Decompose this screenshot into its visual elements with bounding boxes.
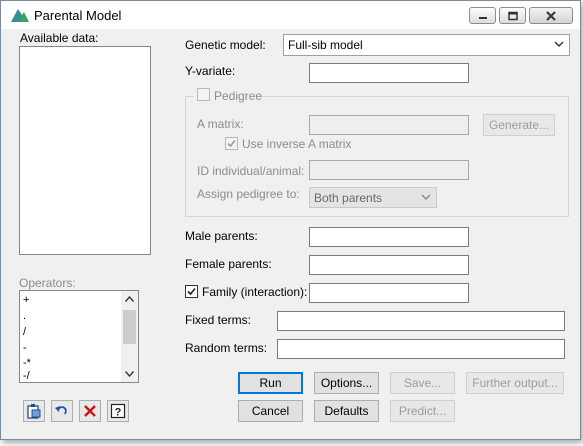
further-output-button[interactable]: Further output... <box>466 372 564 394</box>
available-data-list[interactable] <box>19 46 151 255</box>
a-matrix-label: A matrix: <box>197 117 244 131</box>
defaults-button[interactable]: Defaults <box>314 400 379 422</box>
operators-scrollbar[interactable] <box>121 291 138 382</box>
scroll-thumb[interactable] <box>123 310 136 344</box>
run-button[interactable]: Run <box>238 372 303 394</box>
save-button[interactable]: Save... <box>390 372 455 394</box>
operator-item[interactable]: / <box>23 326 26 338</box>
chevron-down-icon <box>421 194 431 200</box>
close-button[interactable] <box>529 7 573 24</box>
cancel-button[interactable]: Cancel <box>238 400 303 422</box>
assign-pedigree-label: Assign pedigree to: <box>197 187 300 201</box>
family-field[interactable] <box>309 283 469 303</box>
predict-button[interactable]: Predict... <box>390 400 455 422</box>
minimize-button[interactable] <box>469 7 496 24</box>
operator-item[interactable]: -/ <box>23 370 30 382</box>
operators-label: Operators: <box>19 276 76 290</box>
help-icon: ? <box>110 403 126 419</box>
male-parents-label: Male parents: <box>185 229 258 243</box>
y-variate-label: Y-variate: <box>185 64 236 78</box>
random-terms-field[interactable] <box>277 339 565 359</box>
copy-to-clipboard-button[interactable] <box>23 400 45 422</box>
genetic-model-value: Full-sib model <box>288 38 363 52</box>
use-inverse-label: Use inverse A matrix <box>242 137 352 151</box>
random-terms-label: Random terms: <box>185 341 268 355</box>
clear-button[interactable] <box>79 400 101 422</box>
fixed-terms-field[interactable] <box>277 311 565 331</box>
checkmark-icon <box>227 139 236 148</box>
app-logo-icon <box>11 9 29 22</box>
a-matrix-field[interactable] <box>309 115 469 135</box>
options-button[interactable]: Options... <box>314 372 379 394</box>
maximize-icon <box>507 11 518 20</box>
use-inverse-checkbox[interactable] <box>225 137 238 150</box>
operator-item[interactable]: + <box>23 294 29 306</box>
minimize-icon <box>478 16 487 19</box>
female-parents-label: Female parents: <box>185 257 272 271</box>
operator-item[interactable]: -* <box>23 357 31 369</box>
scroll-down-icon[interactable] <box>125 371 134 377</box>
undo-button[interactable] <box>51 400 73 422</box>
assign-pedigree-select[interactable]: Both parents <box>309 187 437 208</box>
family-checkbox[interactable] <box>185 285 198 298</box>
assign-pedigree-value: Both parents <box>314 191 383 205</box>
svg-text:?: ? <box>115 407 122 419</box>
genetic-model-select[interactable]: Full-sib model <box>283 34 570 56</box>
pedigree-checkbox[interactable] <box>197 88 210 101</box>
id-individual-label: ID individual/animal: <box>197 164 305 178</box>
id-individual-field[interactable] <box>309 160 469 180</box>
clear-x-icon <box>84 405 96 417</box>
undo-icon <box>55 406 67 415</box>
y-variate-field[interactable] <box>309 63 469 83</box>
close-icon <box>546 10 556 21</box>
female-parents-field[interactable] <box>309 255 469 275</box>
help-button[interactable]: ? <box>107 400 129 422</box>
maximize-button[interactable] <box>499 7 526 24</box>
chevron-down-icon <box>554 41 564 47</box>
generate-button[interactable]: Generate... <box>483 114 555 136</box>
male-parents-field[interactable] <box>309 227 469 247</box>
genetic-model-label: Genetic model: <box>185 38 266 52</box>
checkmark-icon <box>187 287 196 296</box>
clipboard-icon <box>27 404 41 419</box>
parental-model-dialog: Parental Model Available data: Operators… <box>0 0 581 440</box>
pedigree-label: Pedigree <box>214 89 263 103</box>
window-title: Parental Model <box>34 8 122 23</box>
operators-list[interactable]: + . / - -* -/ <box>19 290 139 383</box>
operator-item[interactable]: . <box>23 310 26 322</box>
scroll-up-icon[interactable] <box>125 296 134 302</box>
available-data-label: Available data: <box>20 31 99 45</box>
fixed-terms-label: Fixed terms: <box>185 313 252 327</box>
family-label: Family (interaction): <box>202 285 308 299</box>
operator-item[interactable]: - <box>23 342 27 354</box>
title-bar: Parental Model <box>1 1 580 29</box>
